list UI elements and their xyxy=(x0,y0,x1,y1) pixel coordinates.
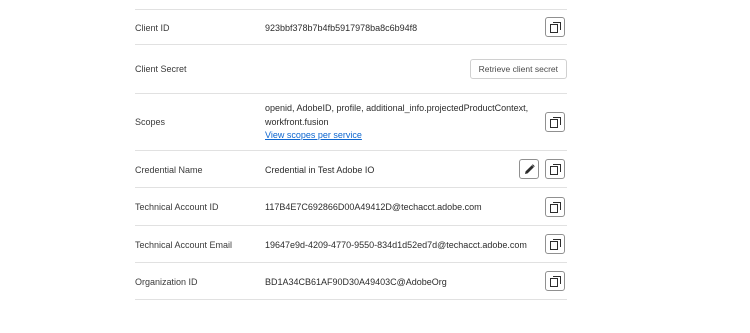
client-id-row: Client ID 923bbf378b7b4fb5917978ba8c6b94… xyxy=(135,9,567,45)
credential-details-panel: Client ID 923bbf378b7b4fb5917978ba8c6b94… xyxy=(135,0,567,300)
scopes-value: openid, AdobeID, profile, additional_inf… xyxy=(265,102,528,143)
copy-scopes-button[interactable] xyxy=(545,112,565,132)
scopes-row: Scopes openid, AdobeID, profile, additio… xyxy=(135,94,567,151)
copy-icon xyxy=(550,117,561,128)
scopes-list-line-2: workfront.fusion xyxy=(265,116,329,127)
organization-id-label: Organization ID xyxy=(135,277,198,287)
copy-icon xyxy=(550,202,561,213)
client-secret-row: Client Secret Retrieve client secret xyxy=(135,45,567,94)
view-scopes-link[interactable]: View scopes per service xyxy=(265,129,528,143)
copy-organization-id-button[interactable] xyxy=(545,271,565,291)
organization-id-row: Organization ID BD1A34CB61AF90D30A49403C… xyxy=(135,263,567,300)
copy-icon xyxy=(550,239,561,250)
copy-technical-account-id-button[interactable] xyxy=(545,197,565,217)
technical-account-email-row: Technical Account Email 19647e9d-4209-47… xyxy=(135,226,567,263)
organization-id-value: BD1A34CB61AF90D30A49403C@AdobeOrg xyxy=(265,277,447,287)
technical-account-email-label: Technical Account Email xyxy=(135,240,233,250)
copy-client-id-button[interactable] xyxy=(545,17,565,37)
copy-credential-name-button[interactable] xyxy=(545,159,565,179)
credential-name-row: Credential Name Credential in Test Adobe… xyxy=(135,151,567,188)
technical-account-email-value: 19647e9d-4209-4770-9550-834d1d52ed7d@tec… xyxy=(265,240,527,250)
scopes-label: Scopes xyxy=(135,117,166,127)
technical-account-id-value: 117B4E7C692866D00A49412D@techacct.adobe.… xyxy=(265,202,482,212)
copy-icon xyxy=(550,164,561,175)
client-id-label: Client ID xyxy=(135,23,170,33)
client-id-value: 923bbf378b7b4fb5917978ba8c6b94f8 xyxy=(265,23,418,33)
scopes-list-line-1: openid, AdobeID, profile, additional_inf… xyxy=(265,103,529,113)
edit-pencil-icon xyxy=(525,164,535,174)
retrieve-client-secret-button[interactable]: Retrieve client secret xyxy=(469,59,567,79)
credential-name-value: Credential in Test Adobe IO xyxy=(265,165,375,175)
credential-name-label: Credential Name xyxy=(135,165,203,175)
edit-credential-name-button[interactable] xyxy=(519,159,539,179)
copy-icon xyxy=(550,22,561,33)
technical-account-id-row: Technical Account ID 117B4E7C692866D00A4… xyxy=(135,188,567,226)
client-secret-label: Client Secret xyxy=(135,64,187,74)
copy-icon xyxy=(550,276,561,287)
copy-technical-account-email-button[interactable] xyxy=(545,234,565,254)
technical-account-id-label: Technical Account ID xyxy=(135,202,219,212)
